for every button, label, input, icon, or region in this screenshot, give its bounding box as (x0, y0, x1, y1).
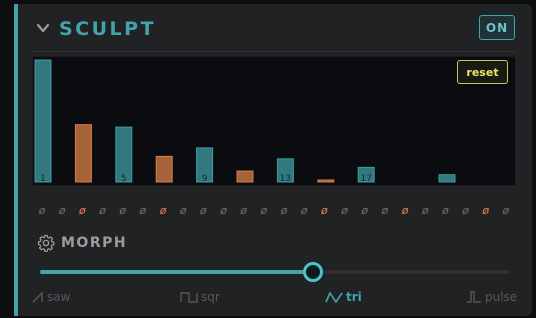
reset-button[interactable]: reset (457, 60, 508, 84)
harmonic-number-label: 9 (202, 174, 208, 184)
waveform-label: saw (47, 290, 71, 304)
phase-toggle[interactable]: ø (478, 204, 494, 217)
phase-toggle[interactable]: ø (236, 204, 252, 217)
phase-toggle[interactable]: ø (216, 204, 232, 217)
phase-toggle[interactable]: ø (74, 204, 90, 217)
phase-toggle[interactable]: ø (357, 204, 373, 217)
harmonic-bar[interactable] (438, 174, 456, 183)
phase-toggle[interactable]: ø (34, 204, 50, 217)
phase-toggle[interactable]: ø (437, 204, 453, 217)
phase-toggle[interactable]: ø (296, 204, 312, 217)
collapse-chevron-icon[interactable] (36, 21, 50, 35)
harmonic-bar[interactable] (317, 179, 335, 183)
phase-toggle[interactable]: ø (498, 204, 514, 217)
morph-slider[interactable] (40, 262, 510, 282)
harmonic-number-label: 1 (40, 174, 46, 184)
pulse-wave-icon (467, 291, 481, 303)
harmonic-bars[interactable]: 1 5 9 13 17 (33, 57, 517, 187)
harmonic-bar[interactable] (74, 124, 92, 183)
phase-toggle[interactable]: ø (155, 204, 171, 217)
sculpt-module-panel: SCULPT ON 1 5 9 13 17 reset øøøøøøøøøøøøøøøø… (14, 4, 532, 316)
saw-wave-icon (32, 291, 43, 303)
waveform-tri[interactable]: tri (325, 289, 362, 305)
phase-toggle[interactable]: ø (337, 204, 353, 217)
slider-fill (40, 270, 313, 274)
harmonic-bar[interactable] (34, 59, 52, 183)
phase-toggle[interactable]: ø (175, 204, 191, 217)
waveform-sqr[interactable]: sqr (180, 289, 220, 305)
morph-label: MORPH (61, 235, 128, 251)
phase-toggle[interactable]: ø (417, 204, 433, 217)
harmonic-bar[interactable] (155, 155, 173, 183)
phase-toggle[interactable]: ø (195, 204, 211, 217)
slider-thumb[interactable] (302, 262, 323, 282)
phase-toggle[interactable]: ø (458, 204, 474, 217)
phase-toggle[interactable]: ø (276, 204, 292, 217)
square-wave-icon (180, 292, 198, 303)
triangle-wave-icon (325, 291, 343, 303)
gear-icon (37, 234, 55, 252)
phase-toggle[interactable]: ø (256, 204, 272, 217)
harmonic-number-label: 5 (121, 174, 127, 184)
phase-toggle[interactable]: ø (95, 204, 111, 217)
phase-toggle[interactable]: ø (397, 204, 413, 217)
waveform-pulse[interactable]: pulse (466, 289, 517, 305)
module-accent-bar (14, 4, 18, 316)
phase-toggle[interactable]: ø (115, 204, 131, 217)
harmonic-number-label: 13 (280, 174, 291, 184)
harmonic-graph[interactable]: 1 5 9 13 17 (32, 56, 516, 186)
waveform-label: sqr (201, 290, 220, 304)
phase-toggle[interactable]: ø (316, 204, 332, 217)
power-toggle-button[interactable]: ON (479, 15, 515, 40)
phase-toggle[interactable]: ø (54, 204, 70, 217)
phase-toggle-row: øøøøøøøøøøøøøøøøøøøøøøøø (32, 204, 516, 220)
module-title: SCULPT (59, 18, 157, 40)
waveform-saw[interactable]: saw (32, 289, 70, 305)
phase-toggle[interactable]: ø (377, 204, 393, 217)
harmonic-bar[interactable] (236, 170, 254, 183)
phase-toggle[interactable]: ø (135, 204, 151, 217)
waveform-label: pulse (485, 290, 518, 304)
header-divider (32, 51, 516, 52)
harmonic-number-label: 17 (360, 174, 371, 184)
waveform-label: tri (346, 290, 362, 304)
